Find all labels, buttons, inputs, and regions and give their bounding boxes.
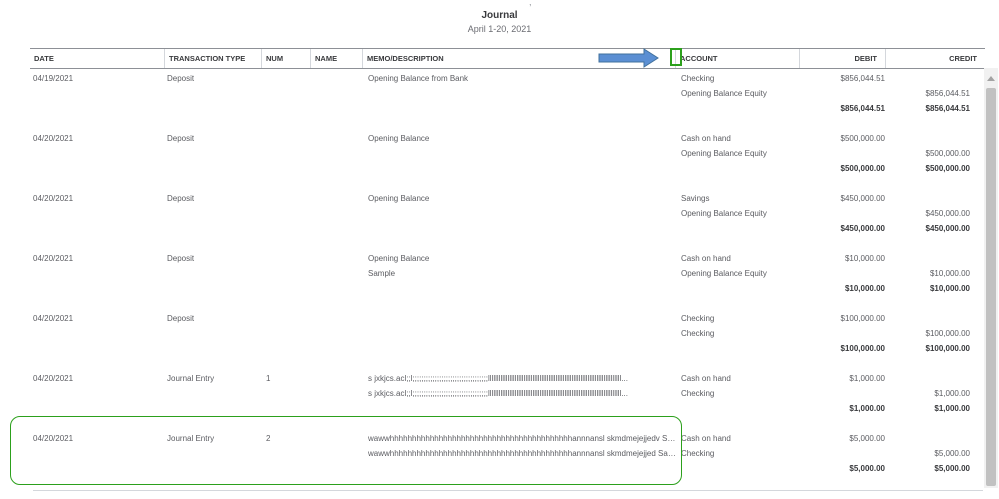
debit-total: $10,000.00 [844,284,885,293]
account-name: Opening Balance Equity [681,89,767,98]
debit-total: $1,000.00 [849,404,885,413]
debit-total: $500,000.00 [840,164,886,173]
account-name: Cash on hand [681,434,731,443]
account-name: Checking [681,74,715,83]
credit-amount: $1,000.00 [934,389,970,398]
credit-amount: $10,000.00 [929,269,970,278]
transaction-date: 04/20/2021 [33,134,74,143]
memo-text: s jxkjcs.acl;;l;;;;;;;;;;;;;;;;;;;;;;;;;… [368,389,628,398]
transaction-date: 04/19/2021 [33,74,74,83]
credit-total: $100,000.00 [925,344,971,353]
account-name: Savings [681,194,710,203]
transaction-type: Deposit [167,314,195,323]
table-bottom-divider [33,490,983,491]
col-header-account[interactable]: ACCOUNT [675,49,799,68]
credit-total: $5,000.00 [934,464,970,473]
credit-total: $10,000.00 [929,284,970,293]
blue-pointer-arrow-icon [598,48,659,68]
col-header-date[interactable]: DATE [30,49,164,68]
memo-text: Opening Balance [368,254,430,263]
credit-total: $1,000.00 [934,404,970,413]
col-header-credit[interactable]: CREDIT [885,49,985,68]
col-header-debit[interactable]: DEBIT [799,49,885,68]
debit-amount: $450,000.00 [840,194,886,203]
memo-text: s jxkjcs.acl;;l;;;;;;;;;;;;;;;;;;;;;;;;;… [368,374,628,383]
transaction-num: 1 [266,374,271,383]
account-name: Cash on hand [681,134,731,143]
credit-amount: $450,000.00 [925,209,971,218]
debit-amount: $1,000.00 [849,374,885,383]
credit-amount: $856,044.51 [925,89,971,98]
col-header-name[interactable]: NAME [310,49,362,68]
credit-amount: $100,000.00 [925,329,971,338]
transaction-type: Deposit [167,194,195,203]
transaction-type: Deposit [167,254,195,263]
transaction-date: 04/20/2021 [33,254,74,263]
clipped-char: , [529,0,532,7]
report-date-range: April 1-20, 2021 [467,24,532,34]
debit-amount: $5,000.00 [849,434,885,443]
debit-amount: $500,000.00 [840,134,886,143]
report-title: Journal [481,10,518,21]
debit-total: $100,000.00 [840,344,886,353]
col-header-transaction-type[interactable]: TRANSACTION TYPE [164,49,261,68]
transaction-type: Deposit [167,74,195,83]
scroll-up-arrow-icon[interactable] [987,76,995,81]
account-name: Checking [681,389,715,398]
account-name: Opening Balance Equity [681,269,767,278]
credit-amount: $5,000.00 [934,449,970,458]
memo-text: Opening Balance [368,134,430,143]
account-name: Opening Balance Equity [681,149,767,158]
debit-total: $5,000.00 [849,464,885,473]
account-name: Checking [681,449,715,458]
memo-text: Opening Balance [368,194,430,203]
transaction-date: 04/20/2021 [33,374,74,383]
account-name: Cash on hand [681,254,731,263]
column-resize-highlight [670,48,682,66]
col-header-num[interactable]: NUM [261,49,310,68]
debit-total: $450,000.00 [840,224,886,233]
transaction-type: Deposit [167,134,195,143]
debit-total: $856,044.51 [840,104,886,113]
credit-total: $450,000.00 [925,224,971,233]
debit-amount: $10,000.00 [844,254,885,263]
debit-amount: $100,000.00 [840,314,886,323]
credit-total: $856,044.51 [925,104,971,113]
scrollbar-thumb[interactable] [986,88,996,486]
account-name: Cash on hand [681,374,731,383]
clipped-header-remnant: , [0,0,999,7]
journal-entry-highlight [10,416,682,485]
memo-text: Opening Balance from Bank [368,74,469,83]
account-name: Checking [681,314,715,323]
debit-amount: $856,044.51 [840,74,886,83]
transaction-date: 04/20/2021 [33,194,74,203]
account-name: Checking [681,329,715,338]
account-name: Opening Balance Equity [681,209,767,218]
credit-amount: $500,000.00 [925,149,971,158]
credit-total: $500,000.00 [925,164,971,173]
transaction-date: 04/20/2021 [33,314,74,323]
memo-text: Sample [368,269,396,278]
table-header: DATE TRANSACTION TYPE NUM NAME MEMO/DESC… [30,48,985,69]
transaction-type: Journal Entry [167,374,215,383]
